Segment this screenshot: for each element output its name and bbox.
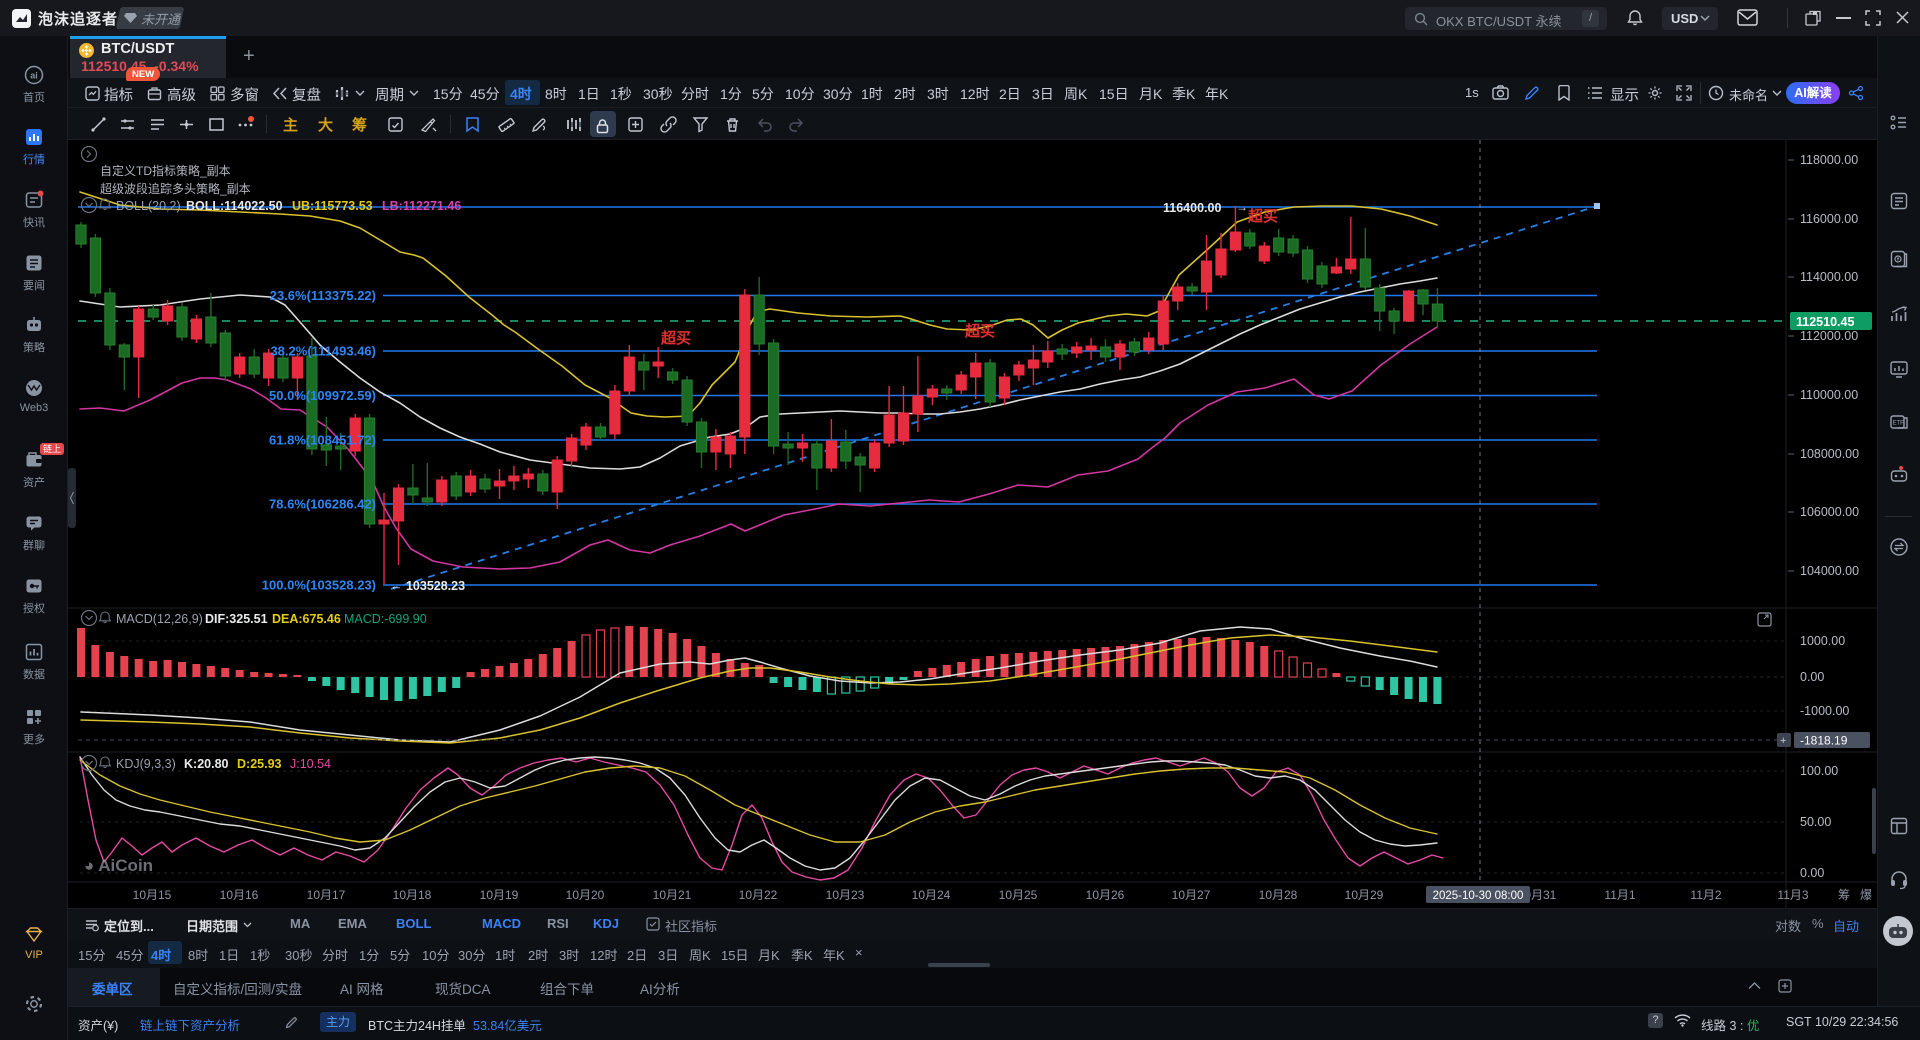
svg-text:J:10.54: J:10.54	[290, 757, 331, 771]
svg-text:D:25.93: D:25.93	[237, 757, 282, 771]
svg-text:10月16: 10月16	[220, 888, 259, 902]
svg-text:超买: 超买	[1247, 207, 1278, 225]
svg-text:BOLL(20,2): BOLL(20,2)	[116, 199, 181, 213]
svg-text:DIF:325.51: DIF:325.51	[205, 612, 268, 626]
svg-text:10月19: 10月19	[480, 888, 519, 902]
svg-text:MACD(12,26,9): MACD(12,26,9)	[116, 612, 203, 626]
svg-text:10月29: 10月29	[1345, 888, 1384, 902]
svg-text:118000.00: 118000.00	[1800, 153, 1858, 167]
svg-text:11月2: 11月2	[1690, 888, 1721, 902]
svg-text:108000.00: 108000.00	[1800, 447, 1859, 461]
svg-text:10月20: 10月20	[566, 888, 605, 902]
svg-text:50.00: 50.00	[1800, 815, 1831, 829]
svg-text:10月17: 10月17	[307, 888, 346, 902]
svg-text:10月18: 10月18	[393, 888, 432, 902]
svg-text:10月28: 10月28	[1259, 888, 1298, 902]
svg-text:LB:112271.46: LB:112271.46	[382, 199, 461, 213]
svg-text:超级波段追踪多头策略_副本: 超级波段追踪多头策略_副本	[100, 181, 251, 196]
svg-text:11月3: 11月3	[1777, 888, 1808, 902]
svg-text:0.00: 0.00	[1800, 670, 1824, 684]
svg-text:106000.00: 106000.00	[1800, 505, 1859, 519]
svg-text:10月22: 10月22	[739, 888, 778, 902]
svg-text:ai: ai	[30, 71, 38, 81]
svg-text:筹: 筹	[1838, 888, 1850, 902]
svg-text:112510.45: 112510.45	[1796, 315, 1854, 329]
svg-text:→: →	[1236, 200, 1248, 214]
svg-text:100.0%(103528.23): 100.0%(103528.23)	[262, 578, 376, 593]
svg-text:超买: 超买	[964, 322, 995, 340]
svg-text:114000.00: 114000.00	[1800, 270, 1858, 284]
svg-text:0.00: 0.00	[1800, 866, 1824, 880]
svg-text:116000.00: 116000.00	[1800, 212, 1858, 226]
svg-text:50.0%(109972.59): 50.0%(109972.59)	[269, 388, 376, 403]
svg-text:10月25: 10月25	[999, 888, 1038, 902]
svg-text:+: +	[1780, 735, 1786, 747]
svg-text:ETF: ETF	[1893, 421, 1905, 427]
svg-text:23.6%(113375.22): 23.6%(113375.22)	[270, 288, 376, 303]
svg-text:-1000.00: -1000.00	[1800, 704, 1849, 718]
svg-text:78.6%(106286.42): 78.6%(106286.42)	[269, 497, 376, 512]
svg-text:爆: 爆	[1860, 888, 1872, 902]
svg-text:10月23: 10月23	[826, 888, 865, 902]
svg-text:DEA:675.46: DEA:675.46	[272, 612, 341, 626]
svg-text:10月27: 10月27	[1172, 888, 1211, 902]
svg-text:116400.00: 116400.00	[1163, 201, 1221, 215]
svg-text:112000.00: 112000.00	[1800, 329, 1858, 343]
svg-text:100.00: 100.00	[1800, 764, 1838, 778]
svg-text:-1818.19: -1818.19	[1800, 734, 1848, 748]
svg-text:104000.00: 104000.00	[1800, 564, 1859, 578]
svg-text:38.2%(111493.46): 38.2%(111493.46)	[270, 344, 376, 359]
svg-text:自定义TD指标策略_副本: 自定义TD指标策略_副本	[100, 163, 231, 178]
svg-text:超买: 超买	[660, 329, 691, 347]
svg-text:11月1: 11月1	[1604, 888, 1635, 902]
svg-text:BOLL:114022.50: BOLL:114022.50	[186, 199, 283, 213]
svg-text:10月15: 10月15	[133, 888, 172, 902]
svg-text:UB:115773.53: UB:115773.53	[292, 199, 373, 213]
svg-text:← 103528.23: ← 103528.23	[390, 579, 465, 593]
svg-text:10月21: 10月21	[653, 888, 692, 902]
svg-text:110000.00: 110000.00	[1800, 388, 1858, 402]
svg-text:KDJ(9,3,3): KDJ(9,3,3)	[116, 757, 176, 771]
svg-text:10月24: 10月24	[912, 888, 951, 902]
svg-text:K:20.80: K:20.80	[184, 757, 229, 771]
svg-text:2025-10-30 08:00: 2025-10-30 08:00	[1433, 890, 1524, 902]
svg-text:10月26: 10月26	[1086, 888, 1125, 902]
svg-text:MACD:-699.90: MACD:-699.90	[344, 612, 427, 626]
svg-text:61.8%(108451.72): 61.8%(108451.72)	[269, 433, 376, 448]
svg-text:1000.00: 1000.00	[1800, 634, 1845, 648]
